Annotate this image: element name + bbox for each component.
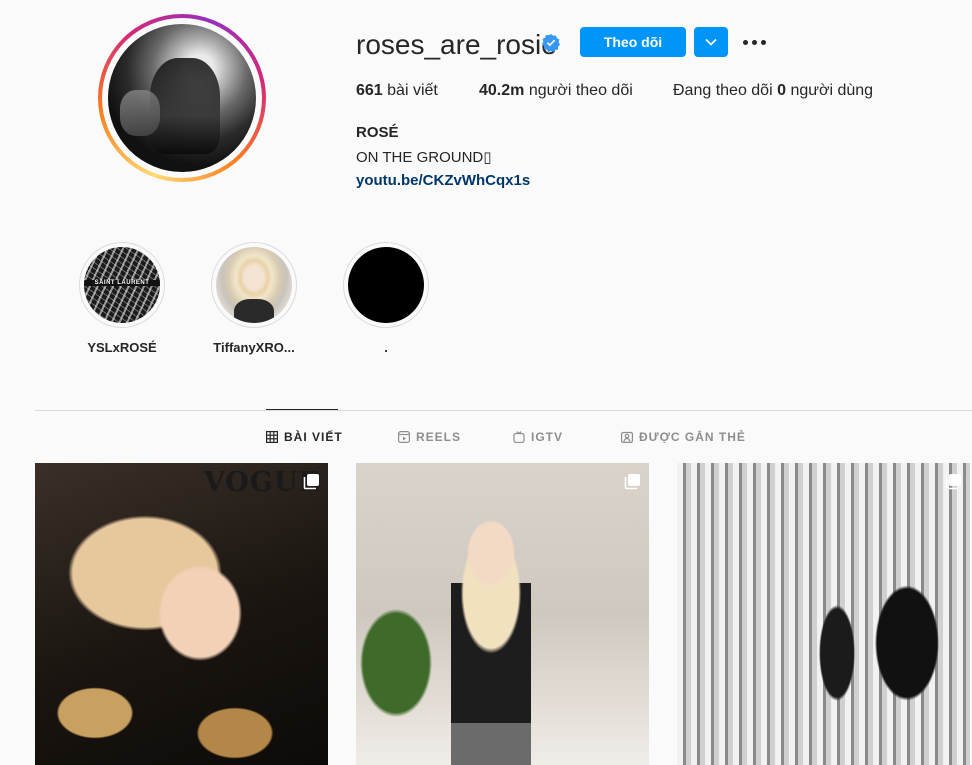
followers-stat[interactable]: 40.2m người theo dõi — [479, 82, 633, 100]
post-thumbnail[interactable] — [677, 463, 970, 765]
carousel-icon — [945, 474, 961, 490]
dot-icon — [760, 39, 766, 45]
highlight-cover — [216, 247, 292, 323]
story-highlight[interactable]: TiffanyXRO... — [211, 242, 297, 355]
tab-tagged[interactable]: ĐƯỢC GẮN THẺ — [621, 430, 746, 444]
follow-button[interactable]: Theo dõi — [580, 27, 686, 57]
profile-full-name: ROSÉ — [356, 124, 399, 141]
igtv-icon — [513, 431, 525, 443]
following-suffix: người dùng — [790, 82, 874, 99]
tab-label: ĐƯỢC GẮN THẺ — [639, 430, 746, 444]
following-prefix: Đang theo dõi — [673, 82, 773, 99]
story-highlight[interactable]: SAINT LAURENT YSLxROSÉ — [79, 242, 165, 355]
tab-reels[interactable]: REELS — [398, 430, 461, 444]
following-count: 0 — [777, 82, 786, 99]
highlight-cover-text: SAINT LAURENT — [84, 280, 160, 286]
followers-label: người theo dõi — [528, 82, 633, 99]
following-stat[interactable]: Đang theo dõi 0 người dùng — [673, 82, 873, 100]
followers-count: 40.2m — [479, 82, 525, 99]
tab-label: BÀI VIẾT — [284, 430, 343, 444]
verified-badge-icon — [542, 34, 560, 52]
suggested-dropdown-button[interactable] — [694, 27, 728, 57]
post-thumbnail[interactable]: VOGUE — [35, 463, 328, 765]
more-options-button[interactable] — [740, 32, 768, 52]
highlight-label: YSLxROSÉ — [87, 340, 157, 355]
posts-label: bài viết — [387, 82, 438, 99]
chevron-down-icon — [705, 38, 717, 46]
highlight-cover — [348, 247, 424, 323]
grid-icon — [266, 431, 278, 443]
tab-label: IGTV — [531, 430, 564, 444]
profile-avatar-story-ring[interactable] — [98, 14, 266, 182]
highlight-label: TiffanyXRO... — [213, 340, 295, 355]
highlight-ring — [343, 242, 429, 328]
highlight-label: . — [384, 340, 388, 355]
profile-bio: ON THE GROUND▯ — [356, 149, 492, 166]
story-highlight[interactable]: . — [343, 242, 429, 355]
tagged-icon — [621, 431, 633, 443]
profile-website-link[interactable]: youtu.be/CKZvWhCqx1s — [356, 172, 530, 189]
tabs-divider — [35, 410, 972, 411]
carousel-icon — [303, 474, 319, 490]
highlight-cover: SAINT LAURENT — [84, 247, 160, 323]
tab-label: REELS — [416, 430, 462, 444]
highlight-ring — [211, 242, 297, 328]
carousel-icon — [624, 474, 640, 490]
active-tab-indicator — [266, 409, 338, 410]
tab-igtv[interactable]: IGTV — [513, 430, 563, 444]
profile-username: roses_are_rosie — [356, 29, 557, 60]
post-thumbnail[interactable] — [356, 463, 649, 765]
dot-icon — [751, 39, 757, 45]
dot-icon — [742, 39, 748, 45]
avatar[interactable] — [108, 24, 256, 172]
reels-icon — [398, 431, 410, 443]
highlight-ring: SAINT LAURENT — [79, 242, 165, 328]
posts-count-stat: 661 bài viết — [356, 82, 438, 100]
tab-posts[interactable]: BÀI VIẾT — [266, 430, 343, 444]
posts-count: 661 — [356, 82, 383, 99]
